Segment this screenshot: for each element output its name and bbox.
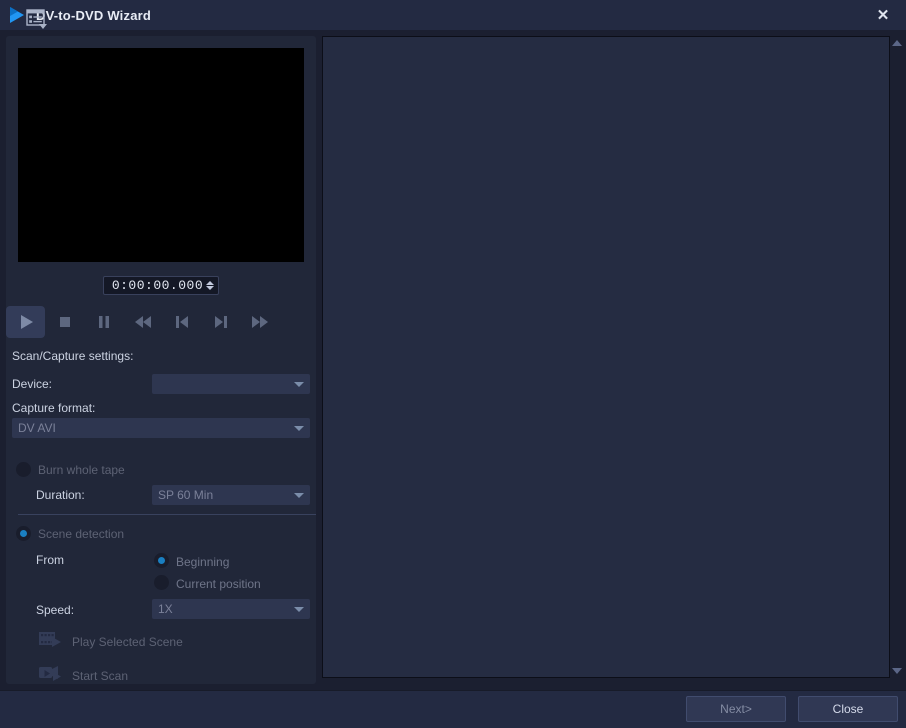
spinner-down-icon[interactable] (206, 286, 215, 290)
device-select[interactable] (152, 374, 310, 394)
start-scan-label: Start Scan (72, 668, 129, 683)
radio-dot (158, 557, 165, 564)
capture-format-label: Capture format: (12, 401, 96, 415)
rewind-button[interactable] (123, 306, 162, 338)
scroll-up-arrow-icon[interactable] (890, 36, 904, 50)
timecode-container: 0:00:00.000 (6, 276, 316, 295)
chevron-down-icon (294, 425, 304, 431)
next-button[interactable]: Next> (686, 696, 786, 722)
close-button[interactable]: Close (798, 696, 898, 722)
title-bar: DV-to-DVD Wizard ✕ (0, 0, 906, 30)
start-scan-button[interactable]: Start Scan (38, 663, 128, 688)
transport-controls (6, 304, 316, 340)
capture-settings-panel: 0:00:00.000 Scan/Capture settings: Devic… (6, 36, 316, 684)
timecode-value: 0:00:00.000 (111, 278, 204, 293)
radio-dot (20, 530, 27, 537)
stop-button[interactable] (45, 306, 84, 338)
film-play-icon (38, 629, 64, 654)
dialog-body: 0:00:00.000 Scan/Capture settings: Devic… (0, 30, 906, 712)
scene-list-scrollbar[interactable] (890, 36, 904, 678)
from-beginning-radio[interactable] (154, 553, 169, 568)
duration-label: Duration: (36, 488, 85, 502)
video-preview[interactable] (18, 48, 304, 262)
chevron-down-icon (294, 492, 304, 498)
fast-forward-button[interactable] (240, 306, 279, 338)
capture-format-value: DV AVI (18, 421, 56, 435)
device-label: Device: (12, 377, 53, 391)
capture-format-select[interactable]: DV AVI (12, 418, 310, 438)
close-icon[interactable]: ✕ (860, 0, 906, 30)
settings-divider (18, 514, 316, 515)
burn-whole-tape-radio[interactable] (16, 462, 31, 477)
duration-value: SP 60 Min (158, 488, 214, 502)
from-beginning-label: Beginning (176, 555, 230, 569)
duration-select[interactable]: SP 60 Min (152, 485, 310, 505)
from-current-position-radio[interactable] (154, 575, 169, 590)
chevron-down-icon (294, 381, 304, 387)
play-selected-scene-label: Play Selected Scene (72, 634, 183, 649)
burn-whole-tape-label: Burn whole tape (38, 463, 125, 477)
play-button[interactable] (6, 306, 45, 338)
timecode-spinner[interactable] (206, 281, 215, 290)
scene-detection-label: Scene detection (38, 527, 125, 541)
scene-detection-radio[interactable] (16, 526, 31, 541)
timecode-field[interactable]: 0:00:00.000 (102, 276, 220, 295)
spinner-up-icon[interactable] (206, 281, 215, 285)
speed-value: 1X (158, 602, 173, 616)
window-title: DV-to-DVD Wizard (36, 7, 152, 23)
next-frame-button[interactable] (201, 306, 240, 338)
scan-capture-settings-title: Scan/Capture settings: (12, 349, 134, 363)
speed-label: Speed: (36, 603, 75, 617)
pause-button[interactable] (84, 306, 123, 338)
list-settings-dropdown-icon[interactable] (25, 8, 51, 32)
from-label: From (36, 553, 64, 567)
speed-select[interactable]: 1X (152, 599, 310, 619)
camcorder-play-icon (38, 663, 64, 688)
play-selected-scene-button[interactable]: Play Selected Scene (38, 629, 183, 654)
from-current-position-label: Current position (176, 577, 261, 591)
previous-frame-button[interactable] (162, 306, 201, 338)
chevron-down-icon (294, 606, 304, 612)
scene-list-panel[interactable] (322, 36, 890, 678)
scroll-down-arrow-icon[interactable] (890, 664, 904, 678)
